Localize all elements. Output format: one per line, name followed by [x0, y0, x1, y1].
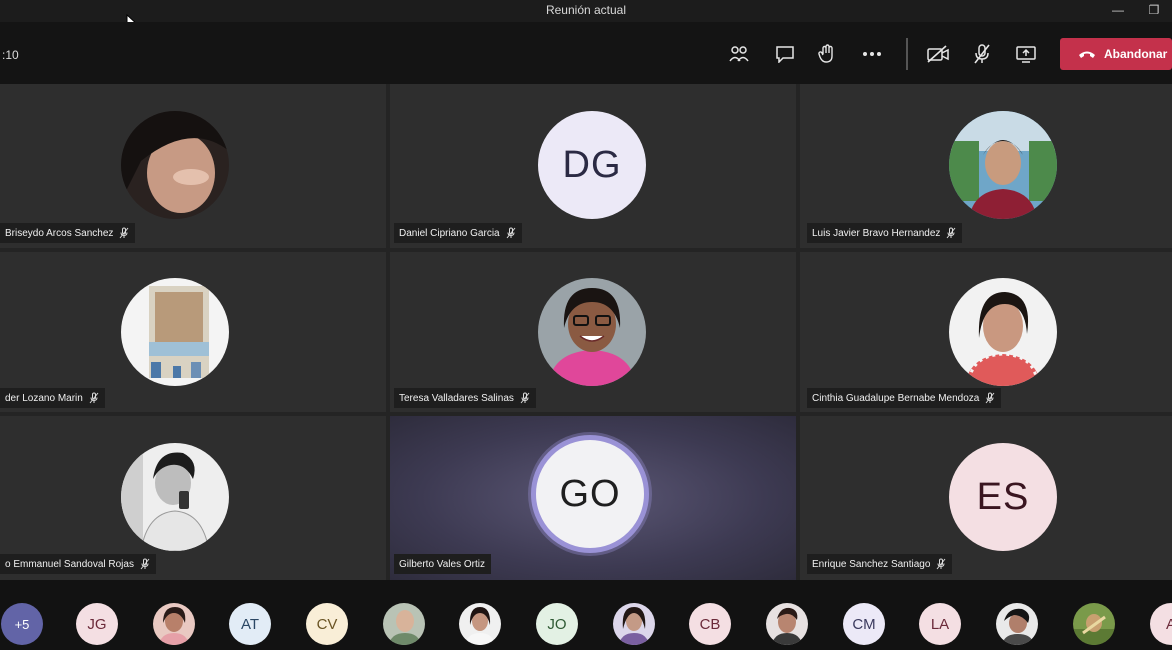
more-participants-button[interactable]: +5 [1, 603, 43, 645]
avatar [121, 278, 229, 386]
participant-name-tag: Enrique Sanchez Santiago [807, 554, 953, 574]
participant-tile[interactable]: Cinthia Guadalupe Bernabe Mendoza [800, 252, 1172, 412]
participant-tile[interactable]: ES Enrique Sanchez Santiago [800, 416, 1172, 580]
roster-avatar[interactable] [1073, 603, 1115, 645]
avatar [121, 443, 229, 551]
participant-roster: +5 JG AT CV JO CB CM LA A [0, 580, 1172, 650]
roster-avatar[interactable] [383, 603, 425, 645]
leave-label: Abandonar [1104, 47, 1168, 61]
roster-avatar[interactable] [766, 603, 808, 645]
minimize-icon[interactable]: — [1108, 2, 1128, 18]
roster-avatar[interactable]: JO [536, 603, 578, 645]
avatar [538, 278, 646, 386]
avatar [949, 111, 1057, 219]
restore-icon[interactable]: ❐ [1144, 2, 1164, 18]
participant-name-tag: o Emmanuel Sandoval Rojas [0, 554, 156, 574]
roster-avatar[interactable] [996, 603, 1038, 645]
participant-tile[interactable]: der Lozano Marin [0, 252, 386, 412]
mic-off-icon [89, 392, 99, 404]
toolbar-divider [906, 38, 908, 70]
avatar [949, 278, 1057, 386]
meeting-toolbar: :10 Abandonar [0, 22, 1172, 84]
roster-avatar[interactable]: CM [843, 603, 885, 645]
participant-name-tag: Daniel Cipriano Garcia [394, 223, 522, 243]
participant-name-tag: Briseydo Arcos Sanchez [0, 223, 136, 243]
participant-name-tag: Luis Javier Bravo Hernandez [807, 223, 963, 243]
share-screen-icon[interactable] [1014, 42, 1038, 66]
mic-off-icon [520, 392, 530, 404]
more-options-icon[interactable] [860, 42, 884, 66]
roster-avatar[interactable]: AT [229, 603, 271, 645]
roster-avatar[interactable]: JG [76, 603, 118, 645]
meeting-timer: :10 [2, 48, 19, 62]
participant-name-tag: der Lozano Marin [0, 388, 105, 408]
mic-off-icon [985, 392, 995, 404]
participant-tile[interactable]: o Emmanuel Sandoval Rojas [0, 416, 386, 580]
participant-tile[interactable]: Briseydo Arcos Sanchez [0, 84, 386, 248]
hang-up-icon [1079, 51, 1095, 58]
roster-avatar[interactable]: CB [689, 603, 731, 645]
avatar: ES [949, 443, 1057, 551]
roster-avatar[interactable]: CV [306, 603, 348, 645]
video-grid: Briseydo Arcos Sanchez DG Daniel Ciprian… [0, 84, 1172, 580]
roster-avatar[interactable]: LA [919, 603, 961, 645]
participant-tile[interactable]: DG Daniel Cipriano Garcia [390, 84, 796, 248]
mic-off-icon [140, 558, 150, 570]
avatar [121, 111, 229, 219]
roster-avatar[interactable] [613, 603, 655, 645]
avatar: GO [531, 435, 649, 553]
participants-icon[interactable] [727, 42, 751, 66]
roster-avatar[interactable]: A [1150, 603, 1172, 645]
roster-avatar[interactable] [459, 603, 501, 645]
roster-avatar[interactable] [153, 603, 195, 645]
mic-off-icon [937, 558, 946, 570]
participant-tile[interactable]: Luis Javier Bravo Hernandez [800, 84, 1172, 248]
camera-off-icon[interactable] [926, 42, 950, 66]
participant-name-tag: Gilberto Vales Ortiz [394, 554, 491, 574]
mic-off-icon[interactable] [970, 42, 994, 66]
participant-name-tag: Teresa Valladares Salinas [394, 388, 536, 408]
participant-name-tag: Cinthia Guadalupe Bernabe Mendoza [807, 388, 1002, 408]
participant-tile-speaking[interactable]: GO Gilberto Vales Ortiz [390, 416, 796, 580]
mic-off-icon [947, 227, 956, 239]
chat-icon[interactable] [773, 42, 797, 66]
title-bar: Reunión actual — ❐ [0, 0, 1172, 22]
avatar: DG [538, 111, 646, 219]
leave-meeting-button[interactable]: Abandonar [1060, 38, 1172, 70]
raise-hand-icon[interactable] [815, 42, 839, 66]
mic-off-icon [120, 227, 129, 239]
mic-off-icon [506, 227, 515, 239]
window-title: Reunión actual [545, 3, 627, 17]
participant-tile[interactable]: Teresa Valladares Salinas [390, 252, 796, 412]
